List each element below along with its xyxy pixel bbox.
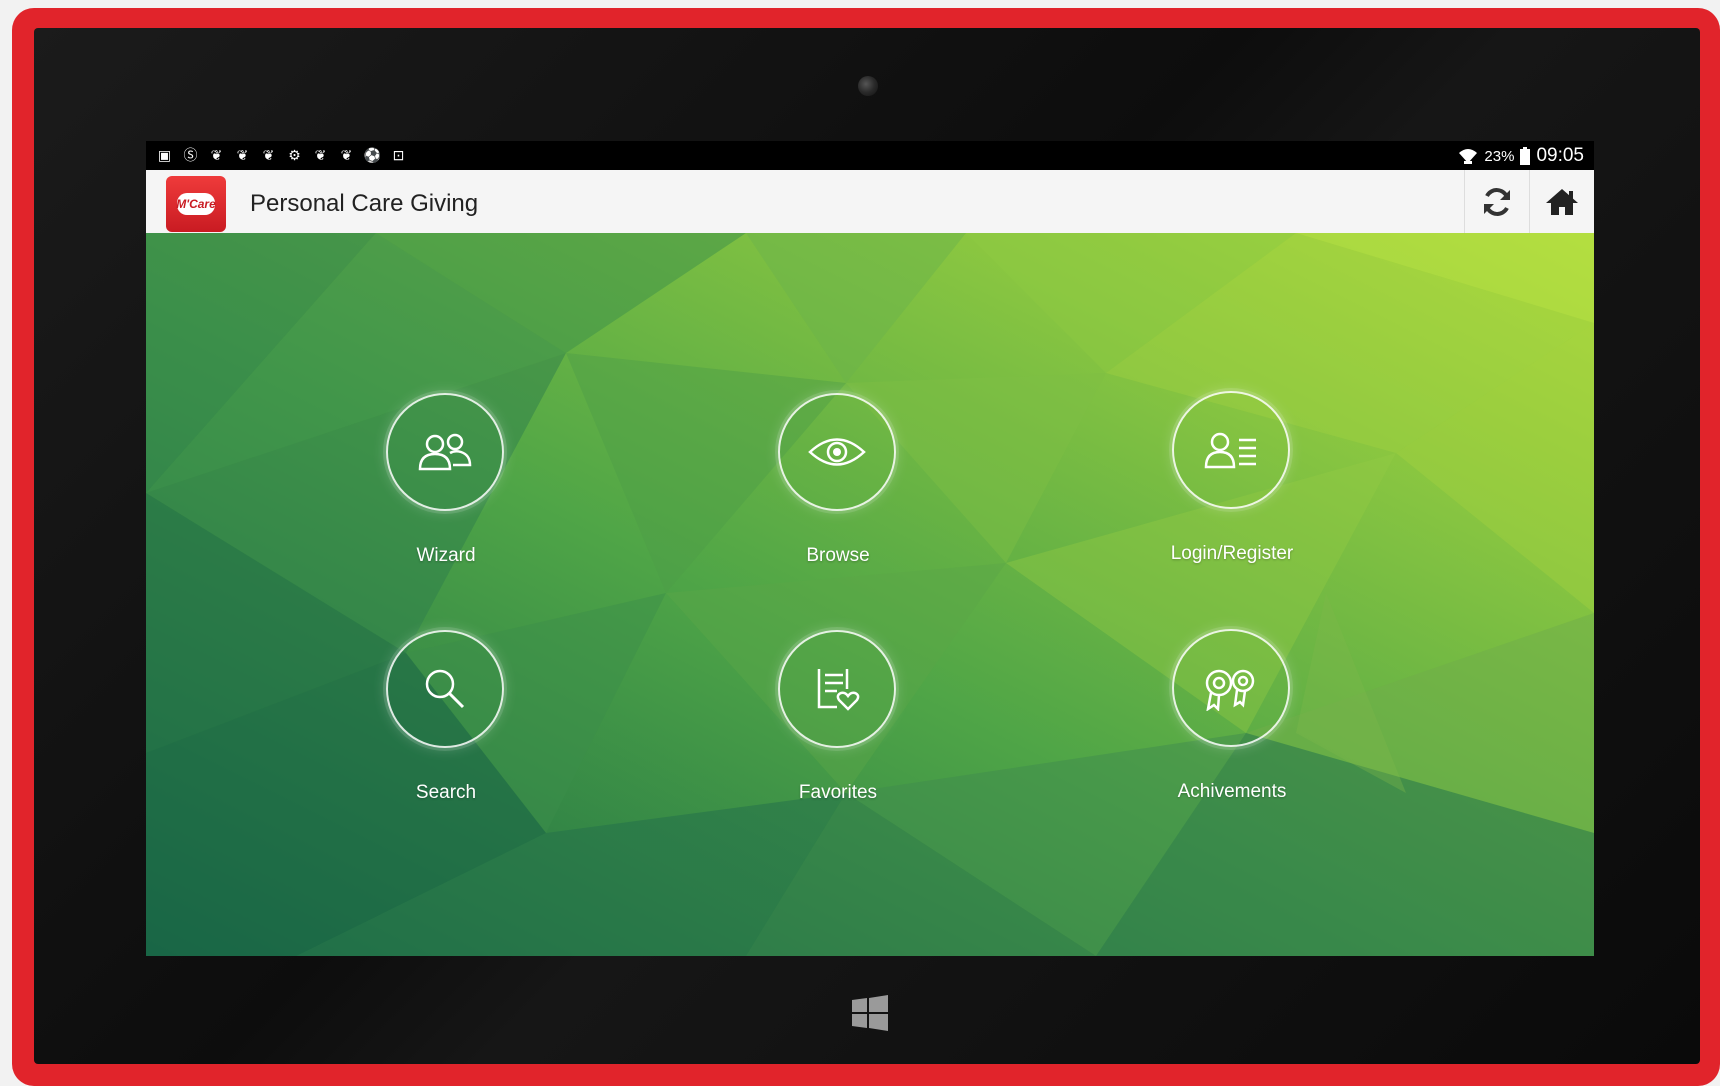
app-actions: [1464, 170, 1594, 233]
windows-logo-icon: [852, 995, 888, 1031]
polygon-background: [146, 233, 1594, 956]
app-logo-text: M'Care: [176, 193, 216, 215]
wizard-button[interactable]: [386, 393, 504, 511]
app-bar: M'Care Personal Care Giving: [146, 170, 1594, 233]
status-right: 23% 09:05: [1458, 145, 1584, 167]
login-register-tile[interactable]: Login/Register: [1112, 391, 1352, 581]
achievements-tile[interactable]: Achivements: [1112, 629, 1352, 819]
app-title: Personal Care Giving: [250, 190, 479, 217]
users-icon: [418, 433, 472, 471]
bag-icon: ⊡: [392, 147, 405, 163]
login-register-button[interactable]: [1172, 391, 1290, 509]
image-icon: ▣: [157, 147, 172, 163]
battery-percentage: 23%: [1484, 147, 1515, 165]
achievements-button[interactable]: [1172, 629, 1290, 747]
notification-icons: ▣ Ⓢ ❦ ❦ ❦ ⚙ ❦ ❦ ⚽ ⊡: [154, 146, 409, 165]
search-label: Search: [415, 782, 477, 803]
status-bar: ▣ Ⓢ ❦ ❦ ❦ ⚙ ❦ ❦ ⚽ ⊡ 23% 09:05: [146, 141, 1594, 170]
soccer-ball-icon: ⚽: [363, 147, 382, 163]
battery-icon: [1520, 147, 1531, 165]
eye-icon: [808, 438, 866, 466]
search-tile[interactable]: Search: [326, 630, 566, 820]
achievements-label: Achivements: [1177, 781, 1287, 802]
list-heart-icon: [817, 669, 860, 711]
browse-button[interactable]: [778, 393, 896, 511]
leaf-icon: ❦: [340, 147, 353, 163]
refresh-button[interactable]: [1464, 170, 1529, 233]
search-icon: [425, 669, 465, 709]
main-menu: Wizard Browse Login/Register Search Favo…: [146, 233, 1594, 956]
gear-icon: ⚙: [288, 147, 301, 163]
favorites-tile[interactable]: Favorites: [718, 630, 958, 820]
app-logo[interactable]: M'Care: [166, 176, 226, 232]
leaf-icon: ❦: [314, 147, 327, 163]
favorites-label: Favorites: [798, 782, 878, 803]
leaf-icon: ❦: [236, 147, 249, 163]
user-profile-icon: [1204, 432, 1256, 469]
clock: 09:05: [1536, 145, 1584, 166]
browse-tile[interactable]: Browse: [718, 393, 958, 583]
browse-label: Browse: [806, 545, 870, 566]
home-icon: [1546, 188, 1578, 215]
refresh-icon: [1484, 187, 1510, 216]
leaf-icon: ❦: [210, 147, 223, 163]
camera-icon: [858, 76, 878, 96]
skype-icon: Ⓢ: [183, 147, 198, 163]
search-button[interactable]: [386, 630, 504, 748]
wizard-label: Wizard: [416, 545, 476, 566]
leaf-icon: ❦: [262, 147, 275, 163]
wizard-tile[interactable]: Wizard: [326, 393, 566, 583]
login-register-label: Login/Register: [1170, 543, 1294, 564]
tablet-screen: ▣ Ⓢ ❦ ❦ ❦ ⚙ ❦ ❦ ⚽ ⊡ 23% 09:05 M'Care Per…: [146, 141, 1594, 956]
wifi-icon: [1459, 149, 1478, 164]
award-ribbons-icon: [1205, 669, 1255, 711]
home-button[interactable]: [1529, 170, 1594, 233]
favorites-button[interactable]: [778, 630, 896, 748]
